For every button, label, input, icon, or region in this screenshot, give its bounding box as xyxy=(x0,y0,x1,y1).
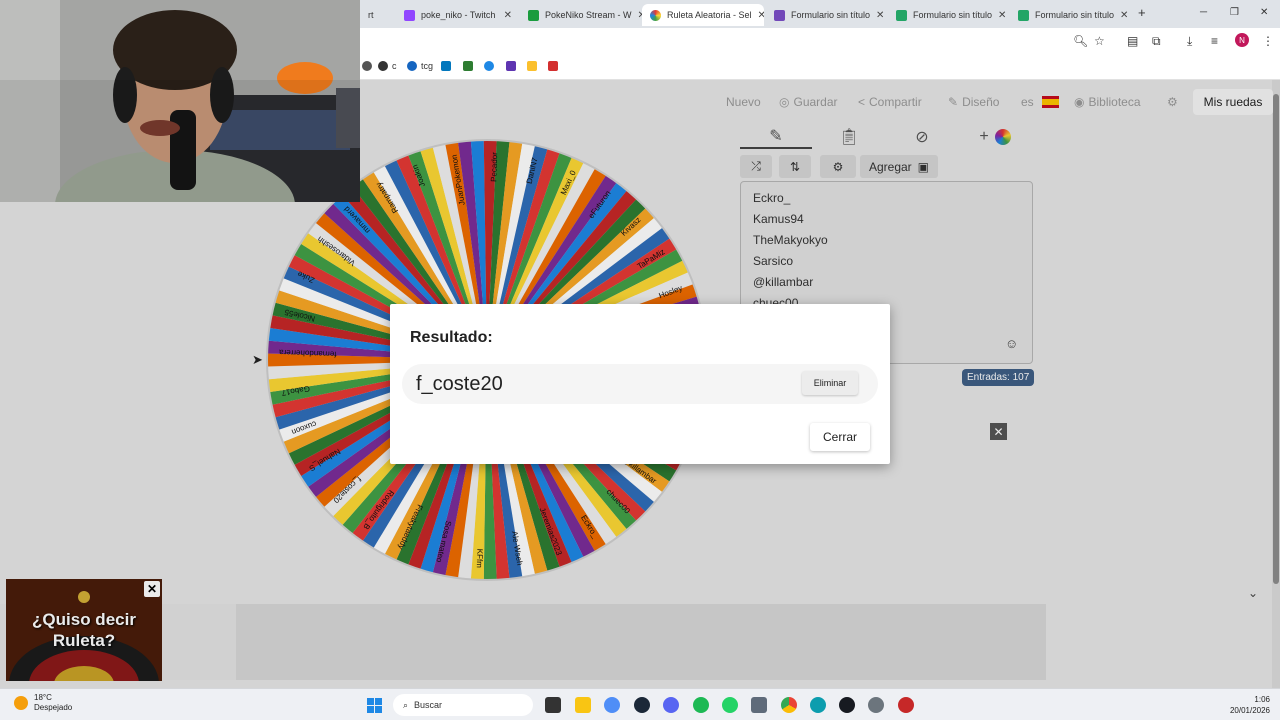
edge-icon[interactable] xyxy=(810,697,826,713)
copilot-icon[interactable] xyxy=(604,697,620,713)
taskbar-search-input[interactable]: ⌕ Buscar xyxy=(393,694,533,716)
steam-icon[interactable] xyxy=(634,697,650,713)
bookmark-item[interactable] xyxy=(463,61,473,71)
browser-tab[interactable]: Formulario sin título ✕ xyxy=(1010,4,1132,26)
bookmark-item[interactable] xyxy=(527,61,537,71)
result-box: f_coste20 Eliminar xyxy=(402,364,878,404)
whatsapp-icon[interactable] xyxy=(722,697,738,713)
dialog-title: Resultado: xyxy=(410,329,493,346)
restore-icon[interactable]: ❐ xyxy=(1230,7,1239,18)
media-icon[interactable]: ≡ xyxy=(1211,34,1218,48)
bookmark-item[interactable] xyxy=(362,61,372,71)
bookmark-icon xyxy=(407,61,417,71)
download-icon[interactable]: ⤓ xyxy=(1187,34,1192,49)
browser-tab-active[interactable]: Ruleta Aleatoria - Sel ✕ xyxy=(642,4,764,26)
sun-icon xyxy=(14,696,28,710)
bookmark-label: tcg xyxy=(421,61,434,71)
close-button[interactable]: Cerrar xyxy=(810,423,870,451)
twitch-icon xyxy=(404,9,415,21)
result-winner: f_coste20 xyxy=(416,373,503,395)
bookmark-item[interactable] xyxy=(548,61,558,71)
bookmark-icon xyxy=(378,61,388,71)
delete-button[interactable]: Eliminar xyxy=(802,371,858,395)
weather-description: Despejado xyxy=(34,703,73,712)
extensions-icon[interactable]: ⧉ xyxy=(1152,34,1161,49)
taskbar: 18°C Despejado ⌕ Buscar 1:06 20/01/2026 xyxy=(0,688,1280,720)
tab-label: PokeNiko Stream - W xyxy=(545,10,632,20)
reading-mode-icon[interactable]: ▤ xyxy=(1127,34,1138,48)
calculator-icon[interactable] xyxy=(751,697,767,713)
wheel-site-icon xyxy=(650,9,661,21)
bookmark-item[interactable] xyxy=(484,61,494,71)
minimize-icon[interactable]: ─ xyxy=(1200,7,1207,18)
browser-tab[interactable]: Formulario sin título ✕ xyxy=(888,4,1010,26)
tab-label: Formulario sin título xyxy=(791,10,871,20)
bookmark-item[interactable] xyxy=(441,61,451,71)
tab-label: Formulario sin título xyxy=(913,10,993,20)
kick-icon xyxy=(528,9,539,21)
profile-avatar[interactable]: N xyxy=(1235,33,1249,47)
settings-icon[interactable] xyxy=(868,697,884,713)
sheets-icon xyxy=(896,9,907,21)
new-tab-button[interactable]: + xyxy=(1138,5,1146,20)
task-view-icon[interactable] xyxy=(545,697,561,713)
clock-date: 20/01/2026 xyxy=(1229,706,1270,715)
bookmark-item[interactable]: tcg xyxy=(407,61,433,71)
temperature: 18°C xyxy=(34,693,52,702)
app-icon[interactable] xyxy=(898,697,914,713)
clock-time: 1:06 xyxy=(1254,695,1270,704)
browser-tab[interactable]: poke_niko - Twitch ✕ xyxy=(396,4,520,26)
close-icon[interactable]: ✕ xyxy=(504,10,512,21)
close-icon[interactable]: ✕ xyxy=(998,10,1006,21)
tab-label: rt xyxy=(368,10,374,20)
zoom-icon[interactable]: 🔍︎ xyxy=(1073,34,1088,48)
windows-start-icon[interactable] xyxy=(367,698,382,713)
browser-tab[interactable]: rt xyxy=(360,4,396,26)
search-icon: ⌕ xyxy=(403,699,409,710)
close-icon[interactable]: ✕ xyxy=(758,10,764,21)
forms-icon xyxy=(774,9,785,21)
tab-label: Formulario sin título xyxy=(1035,10,1115,20)
bookmark-item[interactable]: c xyxy=(378,61,397,71)
browser-tab[interactable]: Formulario sin título ✕ xyxy=(766,4,888,26)
close-window-icon[interactable]: ✕ xyxy=(1260,7,1268,18)
spotify-icon[interactable] xyxy=(693,697,709,713)
close-icon[interactable]: ✕ xyxy=(876,10,884,21)
sheets-icon xyxy=(1018,9,1029,21)
tab-label: poke_niko - Twitch xyxy=(421,10,496,20)
close-icon[interactable]: ✕ xyxy=(1120,10,1128,21)
chrome-icon[interactable] xyxy=(781,697,797,713)
tab-label: Ruleta Aleatoria - Sel xyxy=(667,10,752,20)
discord-icon[interactable] xyxy=(663,697,679,713)
steam-icon[interactable] xyxy=(839,697,855,713)
file-explorer-icon[interactable] xyxy=(575,697,591,713)
browser-tab[interactable]: PokeNiko Stream - W ✕ xyxy=(520,4,642,26)
bookmark-label: c xyxy=(392,61,397,71)
menu-icon[interactable]: ⋮ xyxy=(1262,34,1274,48)
weather-widget[interactable]: 18°C Despejado xyxy=(14,693,72,713)
search-placeholder: Buscar xyxy=(414,700,443,710)
system-clock: 1:06 20/01/2026 xyxy=(1210,694,1270,716)
result-dialog: Resultado: f_coste20 Eliminar Cerrar xyxy=(390,304,890,464)
bookmark-item[interactable] xyxy=(506,61,516,71)
star-icon[interactable]: ☆ xyxy=(1094,34,1105,48)
